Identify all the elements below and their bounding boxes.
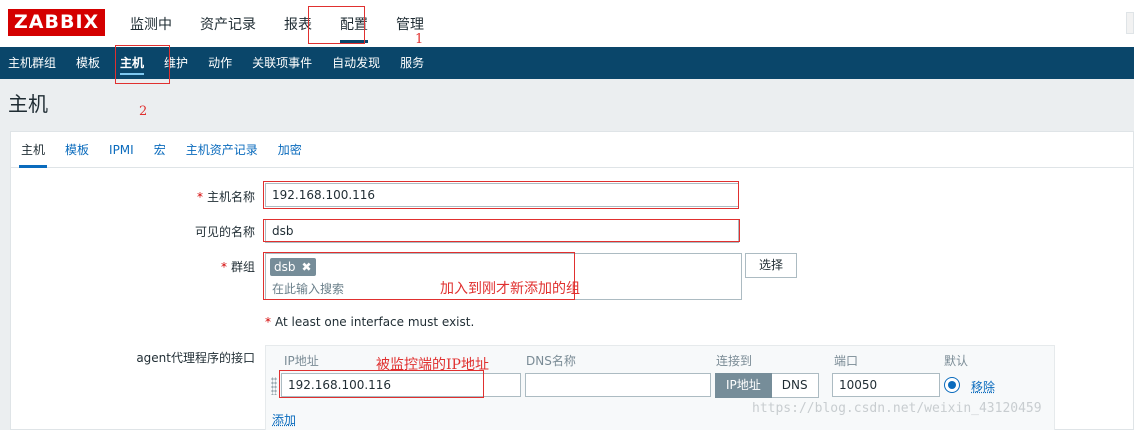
top-menu-reports[interactable]: 报表 [284, 14, 312, 34]
host-name-label-text: 主机名称 [206, 190, 255, 204]
sub-menu-actions[interactable]: 动作 [208, 47, 232, 79]
annotation-number-1: 1 [415, 32, 424, 47]
tab-macros[interactable]: 宏 [154, 132, 166, 167]
host-name-label: * 主机名称 [161, 188, 255, 205]
tab-host-inventory[interactable]: 主机资产记录 [186, 132, 258, 167]
top-menu-configuration[interactable]: 配置 [340, 14, 368, 43]
sub-menu-discovery[interactable]: 自动发现 [332, 47, 380, 79]
interface-dns-input[interactable] [525, 373, 711, 397]
default-interface-radio[interactable] [944, 377, 960, 393]
host-name-input[interactable]: 192.168.100.116 [265, 183, 739, 207]
header-default: 默认 [944, 354, 969, 368]
group-chip-label: dsb [274, 260, 296, 274]
drag-handle-icon[interactable] [271, 377, 277, 395]
sub-menu-host-groups[interactable]: 主机群组 [8, 47, 56, 79]
tab-templates[interactable]: 模板 [65, 132, 89, 167]
connect-dns-button[interactable]: DNS [771, 373, 819, 398]
interface-ip-input[interactable]: 192.168.100.116 [281, 373, 521, 397]
annotation-number-2: 2 [139, 104, 148, 119]
visible-name-label: 可见的名称 [194, 225, 255, 239]
header-port: 端口 [834, 354, 859, 368]
annotation-group-note: 加入到刚才新添加的组 [440, 281, 580, 297]
annotation-ip-note: 被监控端的IP地址 [376, 357, 489, 373]
watermark: https://blog.csdn.net/weixin_43120459 [752, 401, 1042, 416]
tab-ipmi[interactable]: IPMI [109, 132, 134, 167]
header-connect: 连接到 [716, 354, 753, 368]
required-mark: * [220, 260, 227, 274]
sub-menu-hosts[interactable]: 主机 [120, 47, 145, 79]
header-dns: DNS名称 [526, 354, 576, 368]
required-mark: * [196, 190, 203, 204]
remove-interface-link[interactable]: 移除 [971, 378, 995, 395]
connect-ip-button[interactable]: IP地址 [715, 373, 772, 398]
select-group-button[interactable]: 选择 [745, 253, 797, 278]
header-ip: IP地址 [284, 354, 319, 368]
top-menu-administration[interactable]: 管理 [396, 14, 424, 34]
zabbix-logo[interactable]: ZABBIX [8, 9, 106, 36]
groups-label-text: 群组 [230, 260, 255, 274]
interface-warning-text: At least one interface must exist. [275, 315, 475, 329]
required-mark: * [265, 315, 271, 329]
add-interface-link[interactable]: 添加 [272, 411, 296, 428]
groups-label: * 群组 [161, 258, 255, 275]
sub-menu-templates[interactable]: 模板 [76, 47, 100, 79]
tab-host[interactable]: 主机 [18, 132, 48, 168]
sub-menu-maintenance[interactable]: 维护 [164, 47, 188, 79]
sub-menu-services[interactable]: 服务 [400, 47, 424, 79]
groups-search-input[interactable]: 在此输入搜索 [272, 280, 344, 297]
form-tabs: 主机 模板 IPMI 宏 主机资产记录 加密 [11, 132, 1133, 168]
sub-menu: 主机群组 模板 主机 维护 动作 关联项事件 自动发现 服务 [0, 47, 1134, 79]
tab-encryption[interactable]: 加密 [278, 132, 302, 167]
top-bar: ZABBIX 监测中 资产记录 报表 配置 管理 [0, 0, 1134, 47]
page-title: 主机 [8, 92, 48, 116]
interface-warning: * At least one interface must exist. [265, 315, 474, 329]
connect-to-toggle: IP地址 DNS [715, 373, 819, 398]
top-menu-inventory[interactable]: 资产记录 [200, 14, 256, 34]
visible-name-input[interactable]: dsb [265, 219, 739, 243]
sub-menu-event-correlation[interactable]: 关联项事件 [252, 47, 312, 79]
remove-chip-icon[interactable]: ✖ [302, 258, 312, 276]
agent-interfaces-label: agent代理程序的接口 [136, 351, 255, 365]
top-menu: 监测中 资产记录 报表 配置 管理 [130, 14, 452, 43]
top-menu-monitoring[interactable]: 监测中 [130, 14, 172, 34]
interface-port-input[interactable]: 10050 [832, 373, 940, 397]
search-box-edge[interactable] [1126, 12, 1134, 34]
group-chip: dsb ✖ [270, 258, 316, 276]
